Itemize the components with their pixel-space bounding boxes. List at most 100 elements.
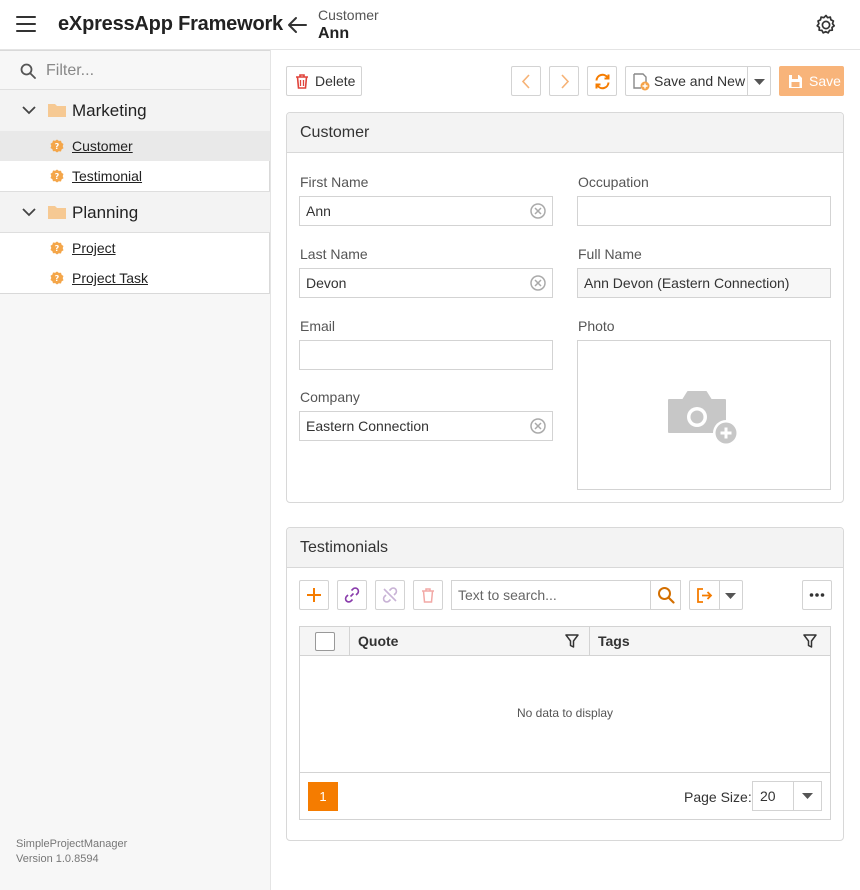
testimonials-grid: Quote Tags No data to display 1 Page Siz… (299, 626, 831, 820)
filter-input[interactable] (46, 59, 256, 83)
column-header-label: Tags (598, 633, 630, 649)
search-icon (20, 63, 36, 79)
sidebar-item-customer[interactable]: ? Customer (0, 131, 270, 161)
export-button[interactable] (689, 580, 743, 610)
hamburger-menu-icon[interactable] (16, 16, 36, 34)
nav-group-planning[interactable]: Planning (0, 191, 270, 233)
last-name-field[interactable] (299, 268, 553, 298)
top-bar: eXpressApp Framework Customer Ann (0, 0, 860, 50)
chevron-down-icon[interactable] (22, 105, 36, 115)
sidebar-item-testimonial[interactable]: ? Testimonial (0, 161, 270, 191)
save-label: Save (809, 73, 841, 89)
grid-header: Quote Tags (300, 627, 830, 656)
plus-icon (307, 588, 321, 602)
delete-testimonial-button[interactable] (413, 580, 443, 610)
breadcrumb-type: Customer (318, 7, 379, 23)
page-size-value: 20 (760, 788, 776, 804)
grid-search-box[interactable] (451, 580, 681, 610)
save-and-new-icon (633, 73, 650, 91)
breadcrumb-object: Ann (318, 25, 350, 42)
company-label: Company (300, 389, 360, 405)
next-record-button[interactable] (549, 66, 579, 96)
split-divider (719, 581, 720, 609)
full-name-value: Ann Devon (Eastern Connection) (584, 275, 790, 291)
previous-record-button[interactable] (511, 66, 541, 96)
chevron-right-icon (561, 74, 570, 89)
app-name: SimpleProjectManager (16, 838, 128, 850)
svg-text:?: ? (55, 142, 60, 151)
chevron-left-icon (521, 74, 530, 89)
email-input[interactable] (306, 347, 516, 363)
last-name-label: Last Name (300, 246, 368, 262)
column-header-tags[interactable]: Tags (590, 627, 830, 656)
last-name-input[interactable] (306, 275, 516, 291)
back-arrow-icon[interactable] (286, 14, 308, 36)
testimonials-panel: Testimonials Text to search... Quote Tag… (286, 527, 844, 841)
occupation-field[interactable] (577, 196, 831, 226)
trash-icon (296, 74, 308, 89)
new-testimonial-button[interactable] (299, 580, 329, 610)
company-input[interactable] (306, 418, 516, 434)
sidebar-item-project-task[interactable]: ? Project Task (0, 263, 270, 293)
filter-bar (0, 50, 270, 90)
save-button[interactable]: Save (779, 66, 844, 96)
sidebar: Marketing ? Customer ? Testimonial Plann… (0, 50, 271, 890)
business-object-icon: ? (50, 139, 64, 153)
nav-group-marketing[interactable]: Marketing (0, 90, 270, 132)
company-field[interactable] (299, 411, 553, 441)
filter-funnel-icon[interactable] (802, 633, 818, 649)
link-button[interactable] (337, 580, 367, 610)
column-header-label: Quote (358, 633, 399, 649)
page-number-button[interactable]: 1 (308, 782, 338, 811)
save-and-new-button[interactable]: Save and New (625, 66, 771, 96)
refresh-button[interactable] (587, 66, 617, 96)
delete-button[interactable]: Delete (286, 66, 362, 96)
delete-label: Delete (315, 73, 356, 89)
save-and-new-label: Save and New (654, 73, 746, 89)
email-field[interactable] (299, 340, 553, 370)
first-name-input[interactable] (306, 203, 516, 219)
caret-down-icon[interactable] (725, 593, 736, 599)
photo-editor[interactable] (577, 340, 831, 490)
caret-down-icon[interactable] (754, 79, 765, 85)
grid-search-button[interactable] (650, 581, 680, 609)
export-icon (697, 588, 713, 603)
more-options-button[interactable] (802, 580, 832, 610)
page-size-select[interactable]: 20 (752, 781, 822, 811)
panel-header: Customer (287, 113, 843, 153)
occupation-input[interactable] (584, 203, 794, 219)
business-object-icon: ? (50, 241, 64, 255)
filter-funnel-icon[interactable] (564, 633, 580, 649)
grid-search-input[interactable] (458, 587, 648, 603)
sidebar-item-label: Project (72, 240, 116, 256)
folder-icon (48, 206, 66, 219)
clear-icon[interactable] (530, 203, 546, 219)
more-dots-icon (809, 593, 825, 597)
first-name-field[interactable] (299, 196, 553, 226)
version-info: SimpleProjectManager Version 1.0.8594 (16, 837, 127, 867)
panel-header: Testimonials (287, 528, 843, 568)
gear-icon[interactable] (814, 13, 838, 37)
save-icon (789, 75, 802, 88)
column-header-quote[interactable]: Quote (350, 627, 590, 656)
sidebar-item-project[interactable]: ? Project (0, 233, 270, 263)
no-data-message: No data to display (516, 706, 614, 720)
split-divider (747, 67, 748, 95)
clear-icon[interactable] (530, 418, 546, 434)
select-all-checkbox[interactable] (315, 632, 335, 651)
refresh-icon (595, 73, 610, 90)
caret-down-icon (802, 793, 813, 799)
grid-pager: 1 Page Size: 20 (300, 772, 830, 819)
unlink-button[interactable] (375, 580, 405, 610)
sidebar-item-label: Testimonial (72, 168, 143, 184)
business-object-icon: ? (50, 271, 64, 285)
chevron-down-icon[interactable] (22, 207, 36, 217)
full-name-field: Ann Devon (Eastern Connection) (577, 268, 831, 298)
business-object-icon: ? (50, 169, 64, 183)
sidebar-item-label: Project Task (72, 270, 148, 286)
search-icon (658, 587, 675, 604)
clear-icon[interactable] (530, 275, 546, 291)
full-name-label: Full Name (578, 246, 642, 262)
camera-add-icon (668, 391, 739, 446)
link-icon (344, 587, 360, 603)
